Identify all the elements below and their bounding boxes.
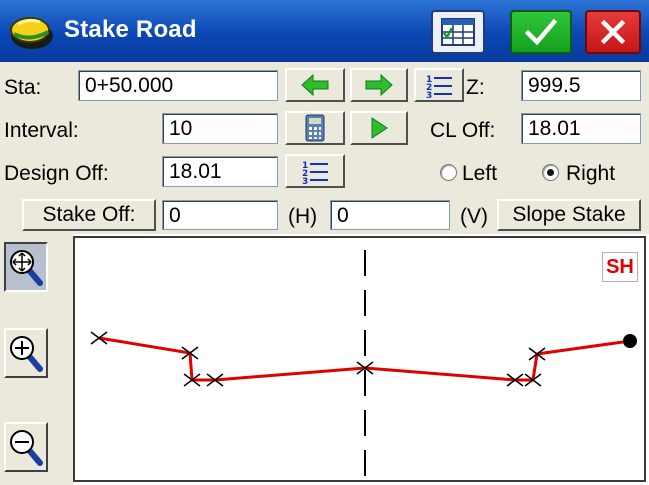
stake-offset-button[interactable]: Stake Off: — [22, 199, 156, 231]
numbered-list-icon: 1 2 3 — [426, 75, 452, 98]
svg-text:3: 3 — [426, 91, 432, 98]
play-button[interactable] — [350, 111, 408, 145]
design-offset-list-button[interactable]: 1 2 3 — [285, 154, 345, 188]
v-unit-label: (V) — [460, 205, 488, 228]
zoom-extents-button[interactable] — [4, 242, 48, 292]
z-list-button[interactable]: 1 2 3 — [414, 68, 464, 102]
station-input[interactable]: 0+50.000 — [78, 70, 278, 101]
checkmark-icon — [524, 18, 558, 46]
ok-button[interactable] — [510, 10, 572, 54]
z-label: Z: — [466, 76, 485, 99]
h-unit-label: (H) — [288, 205, 318, 228]
cross-section-drawing — [90, 250, 637, 476]
v-offset-input[interactable]: 0 — [330, 200, 450, 230]
close-icon — [600, 19, 626, 45]
zoom-extents-icon — [10, 250, 43, 286]
arrow-left-icon — [301, 74, 329, 96]
zoom-in-icon — [10, 336, 43, 372]
svg-text:3: 3 — [302, 177, 308, 184]
stake-form: Sta: 0+50.000 1 2 3 Z: 999.5 Interval: 1… — [0, 62, 649, 234]
title-bar: Stake Road — [0, 0, 649, 62]
interval-label: Interval: — [4, 119, 79, 142]
calculator-button[interactable] — [285, 111, 345, 145]
right-radio-label: Right — [566, 162, 616, 185]
left-radio[interactable] — [440, 164, 457, 181]
z-input[interactable]: 999.5 — [521, 70, 641, 101]
zoom-out-button[interactable] — [4, 422, 48, 472]
numbered-list-icon: 1 2 3 — [302, 161, 328, 184]
cl-offset-input[interactable]: 18.01 — [521, 113, 641, 144]
cross-section-plot[interactable]: SH — [73, 236, 646, 482]
table-view-button[interactable] — [431, 10, 485, 54]
cancel-button[interactable] — [585, 10, 641, 54]
sh-badge[interactable]: SH — [602, 252, 638, 282]
station-label: Sta: — [4, 76, 42, 99]
interval-input[interactable]: 10 — [162, 113, 278, 144]
zoom-out-icon — [10, 430, 43, 466]
calculator-icon — [305, 114, 325, 142]
road-helmet-icon — [10, 17, 53, 49]
slope-stake-button[interactable]: Slope Stake — [497, 199, 641, 231]
arrow-right-icon — [365, 74, 393, 96]
design-offset-label: Design Off: — [4, 162, 109, 185]
zoom-toolbar — [0, 234, 73, 485]
cl-offset-label: CL Off: — [430, 119, 496, 142]
table-icon — [441, 18, 475, 46]
play-icon — [371, 117, 388, 139]
next-station-button[interactable] — [350, 68, 408, 102]
current-position-marker — [623, 334, 637, 348]
window-title: Stake Road — [64, 16, 197, 43]
zoom-in-button[interactable] — [4, 328, 48, 378]
right-radio[interactable] — [542, 164, 559, 181]
design-offset-input[interactable]: 18.01 — [162, 156, 278, 187]
h-offset-input[interactable]: 0 — [162, 200, 278, 230]
previous-station-button[interactable] — [285, 68, 345, 102]
left-radio-label: Left — [462, 162, 498, 185]
